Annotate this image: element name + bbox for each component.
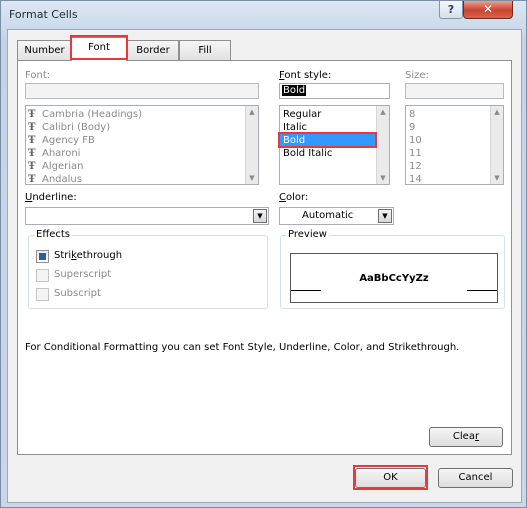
size-list[interactable]: 8 9 10 11 12 14 ▲ ▼ — [405, 105, 504, 185]
close-button[interactable]: ✕ — [463, 1, 513, 19]
font-item-label: Aharoni — [42, 148, 81, 159]
font-item-label: Algerian — [42, 161, 84, 172]
font-input[interactable] — [25, 83, 259, 99]
font-item-label: Calibri (Body) — [42, 122, 111, 133]
strikethrough-label: Strikethrough — [54, 250, 123, 261]
list-item[interactable]: 9 — [406, 121, 503, 134]
font-item-label: Cambria (Headings) — [42, 109, 143, 120]
preview-sample: AaBbCcYyZz — [359, 273, 429, 284]
list-item[interactable]: Ŧ Aharoni — [26, 147, 258, 160]
size-label: Size: — [405, 70, 429, 81]
truetype-font-icon: Ŧ — [28, 135, 36, 146]
truetype-font-icon: Ŧ — [28, 109, 36, 120]
list-item[interactable]: 8 — [406, 108, 503, 121]
truetype-font-icon: Ŧ — [28, 148, 36, 159]
list-item[interactable]: Ŧ Cambria (Headings) — [26, 108, 258, 121]
scroll-up-icon[interactable]: ▲ — [246, 106, 258, 118]
font-tab-panel: Font: Ŧ Cambria (Headings) Ŧ Calibri (Body… — [17, 60, 512, 455]
close-icon: ✕ — [482, 2, 494, 16]
scroll-down-icon[interactable]: ▼ — [377, 172, 389, 184]
effects-title: Effects — [34, 229, 72, 240]
window-title: Format Cells — [9, 8, 78, 21]
size-list-scrollbar[interactable]: ▲ ▼ — [490, 106, 503, 184]
list-item[interactable]: Bold Italic — [280, 147, 389, 160]
underline-select[interactable]: ▼ — [25, 207, 269, 225]
font-list-scrollbar[interactable]: ▲ ▼ — [245, 106, 258, 184]
list-item[interactable]: Ŧ Agency FB — [26, 134, 258, 147]
strikethrough-checkbox[interactable] — [36, 250, 49, 263]
effects-group: Effects Strikethrough Superscript Subscr… — [28, 229, 268, 309]
preview-group: Preview AaBbCcYyZz — [280, 229, 505, 309]
color-select[interactable]: Automatic ▼ — [279, 207, 394, 225]
superscript-label: Superscript — [54, 269, 112, 280]
info-text: For Conditional Formatting you can set F… — [25, 342, 460, 353]
help-icon: ? — [447, 3, 455, 16]
ok-highlight — [353, 465, 428, 490]
font-tab-highlight — [70, 35, 128, 60]
underline-label: Underline: — [25, 192, 77, 203]
font-style-input-value: Bold — [282, 85, 307, 96]
truetype-font-icon: Ŧ — [28, 161, 36, 172]
superscript-checkbox[interactable] — [36, 269, 49, 282]
font-item-label: Agency FB — [42, 135, 95, 146]
preview-baseline-right — [467, 290, 497, 291]
preview-title: Preview — [286, 229, 329, 240]
subscript-label: Subscript — [54, 288, 101, 299]
list-item[interactable]: Ŧ Andalus — [26, 173, 258, 185]
scroll-down-icon[interactable]: ▼ — [246, 172, 258, 184]
cancel-button[interactable]: Cancel — [438, 468, 513, 488]
font-label: Font: — [25, 70, 51, 81]
color-label: Color: — [279, 192, 309, 203]
truetype-font-icon: Ŧ — [28, 122, 36, 133]
color-value: Automatic — [302, 210, 354, 221]
scroll-up-icon[interactable]: ▲ — [491, 106, 503, 118]
truetype-font-icon: Ŧ — [28, 174, 36, 185]
dialog-window: Format Cells ? ✕ Number Font Border Fill… — [0, 0, 527, 508]
tab-fill[interactable]: Fill — [179, 40, 231, 60]
clear-button[interactable]: Clear — [429, 427, 503, 447]
bold-highlight — [278, 132, 377, 148]
scroll-down-icon[interactable]: ▼ — [491, 172, 503, 184]
chevron-down-icon[interactable]: ▼ — [253, 209, 267, 223]
chevron-down-icon[interactable]: ▼ — [378, 209, 392, 223]
font-list[interactable]: Ŧ Cambria (Headings) Ŧ Calibri (Body) Ŧ Age… — [25, 105, 259, 185]
size-input[interactable] — [405, 83, 504, 99]
subscript-checkbox[interactable] — [36, 288, 49, 301]
font-style-label: Font style: — [279, 70, 332, 81]
font-style-scrollbar[interactable]: ▲ ▼ — [376, 106, 389, 184]
list-item[interactable]: Ŧ Calibri (Body) — [26, 121, 258, 134]
list-item[interactable]: 10 — [406, 134, 503, 147]
list-item[interactable]: 12 — [406, 160, 503, 173]
help-button[interactable]: ? — [439, 1, 463, 19]
scroll-up-icon[interactable]: ▲ — [377, 106, 389, 118]
preview-box: AaBbCcYyZz — [290, 253, 498, 303]
list-item[interactable]: 14 — [406, 173, 503, 184]
tab-number[interactable]: Number — [17, 40, 72, 60]
preview-baseline-left — [291, 290, 321, 291]
tab-border[interactable]: Border — [127, 40, 179, 60]
font-style-input[interactable]: Bold — [279, 83, 390, 99]
dialog-body: Number Font Border Fill Font: Ŧ Cambria (… — [7, 29, 522, 503]
list-item[interactable]: Ŧ Algerian — [26, 160, 258, 173]
font-item-label: Andalus — [42, 174, 82, 185]
list-item[interactable]: 11 — [406, 147, 503, 160]
list-item[interactable]: Regular — [280, 108, 389, 121]
